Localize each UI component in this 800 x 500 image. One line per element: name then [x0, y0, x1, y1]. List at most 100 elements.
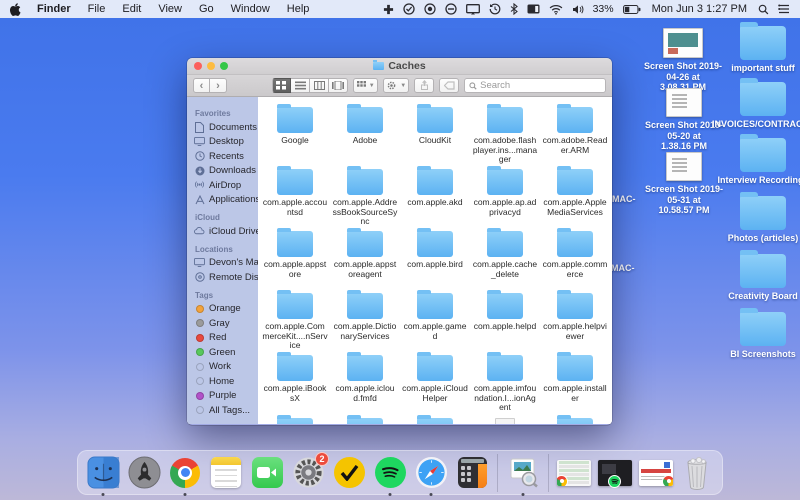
folder-item[interactable]: com.apple.akd: [400, 169, 470, 231]
sidecar-display-icon[interactable]: [527, 4, 540, 14]
menu-edit[interactable]: Edit: [122, 3, 141, 15]
share-button[interactable]: [414, 78, 434, 93]
dock-facetime-icon[interactable]: [249, 455, 285, 491]
sidebar-tag-green[interactable]: Green: [194, 345, 258, 360]
folder-item[interactable]: com.apple.cache_delete: [470, 231, 540, 293]
menu-window[interactable]: Window: [231, 3, 270, 15]
sidebar-item-documents[interactable]: Documents: [194, 120, 258, 135]
sidebar-item-icloud-drive[interactable]: iCloud Drive: [194, 224, 258, 239]
dock-minimized-window-chrome[interactable]: [556, 455, 592, 491]
desktop-folder-important-stuff[interactable]: important stuff: [713, 26, 800, 74]
back-button[interactable]: ‹: [193, 78, 210, 93]
menu-file[interactable]: File: [88, 3, 106, 15]
health-plus-icon[interactable]: [383, 4, 394, 15]
menu-go[interactable]: Go: [199, 3, 214, 15]
folder-item[interactable]: com.apple.helpd: [470, 293, 540, 355]
close-button[interactable]: [194, 62, 202, 70]
dock-spotify-icon[interactable]: [372, 455, 408, 491]
folder-item[interactable]: com.apple.installer: [540, 355, 610, 417]
folder-item[interactable]: [400, 418, 470, 424]
folder-item[interactable]: com.apple.AppleMediaServices: [540, 169, 610, 231]
menu-help[interactable]: Help: [287, 3, 310, 15]
display-icon[interactable]: [466, 4, 480, 15]
checkmark-circle-icon[interactable]: [403, 3, 415, 15]
spotlight-icon[interactable]: [758, 4, 769, 15]
dock-safari-icon[interactable]: [413, 455, 449, 491]
tags-button[interactable]: [439, 78, 459, 93]
search-input[interactable]: Search: [464, 78, 606, 93]
dock-norton-icon[interactable]: [331, 455, 367, 491]
menu-view[interactable]: View: [158, 3, 182, 15]
sidebar-item-desktop[interactable]: Desktop: [194, 135, 258, 150]
dock-chrome-icon[interactable]: [167, 455, 203, 491]
sidebar-tag-purple[interactable]: Purple: [194, 389, 258, 404]
sidebar-tag-work[interactable]: Work: [194, 360, 258, 375]
sidebar-tag-orange[interactable]: Orange: [194, 302, 258, 317]
coverflow-view-button[interactable]: [329, 78, 348, 93]
dock-notes-icon[interactable]: [208, 455, 244, 491]
dock-system-preferences-icon[interactable]: 2: [290, 455, 326, 491]
desktop-folder-photos-articles[interactable]: Photos (articles): [713, 196, 800, 244]
sidebar-item-applications[interactable]: Applications: [194, 193, 258, 208]
aperture-icon[interactable]: [424, 3, 436, 15]
minimize-button[interactable]: [207, 62, 215, 70]
desktop-folder-interview-recordings[interactable]: Interview Recordings: [713, 138, 800, 186]
folder-item[interactable]: [260, 418, 330, 424]
sidebar-item-remote-disc[interactable]: Remote Disc: [194, 270, 258, 285]
volume-icon[interactable]: [572, 4, 584, 15]
sidebar-item-downloads[interactable]: Downloads: [194, 164, 258, 179]
bluetooth-icon[interactable]: [510, 3, 518, 15]
wifi-icon[interactable]: [549, 4, 563, 15]
desktop-folder-invoices-contracts[interactable]: INVOICES/CONTRACTS: [713, 82, 800, 130]
dock-preview-icon[interactable]: [505, 455, 541, 491]
folder-item[interactable]: Google: [260, 107, 330, 169]
forward-button[interactable]: ›: [210, 78, 227, 93]
dock-minimized-window-chrome-2[interactable]: [638, 455, 674, 491]
folder-item[interactable]: com.apple.appstore: [260, 231, 330, 293]
dock-launchpad-icon[interactable]: [126, 455, 162, 491]
folder-item[interactable]: [540, 418, 610, 424]
folder-item[interactable]: com.apple.accountsd: [260, 169, 330, 231]
dock-trash-icon[interactable]: [679, 455, 715, 491]
folder-item[interactable]: com.apple.iCloudHelper: [400, 355, 470, 417]
notification-center-icon[interactable]: [778, 4, 790, 14]
folder-item[interactable]: com.apple.imfoundation.I...ionAgent: [470, 355, 540, 417]
folder-item[interactable]: com.apple.commerce: [540, 231, 610, 293]
folder-item[interactable]: com.apple.bird: [400, 231, 470, 293]
zoom-button[interactable]: [220, 62, 228, 70]
icon-view-button[interactable]: [272, 78, 291, 93]
sidebar-tag-home[interactable]: Home: [194, 374, 258, 389]
menubar-clock[interactable]: Mon Jun 3 1:27 PM: [652, 3, 747, 15]
folder-item[interactable]: com.apple.icloud.fmfd: [330, 355, 400, 417]
column-view-button[interactable]: [310, 78, 329, 93]
folder-item[interactable]: [330, 418, 400, 424]
desktop-folder-creativity-board[interactable]: Creativity Board: [713, 254, 800, 302]
folder-item[interactable]: com.apple.iBooksX: [260, 355, 330, 417]
dock-finder-icon[interactable]: [85, 455, 121, 491]
folder-item[interactable]: com.apple.ap.adprivacyd: [470, 169, 540, 231]
folder-item[interactable]: com.apple.appstoreagent: [330, 231, 400, 293]
folder-item[interactable]: com.apple.AddressBookSourceSync: [330, 169, 400, 231]
file-item[interactable]: [470, 418, 540, 424]
folder-item[interactable]: Adobe: [330, 107, 400, 169]
time-machine-icon[interactable]: [489, 3, 501, 15]
battery-icon[interactable]: [623, 5, 641, 14]
folder-item[interactable]: com.apple.DictionaryServices: [330, 293, 400, 355]
sidebar-tag-all-tags[interactable]: All Tags...: [194, 403, 258, 418]
folder-item[interactable]: com.adobe.flashplayer.ins...manager: [470, 107, 540, 169]
folder-item[interactable]: com.adobe.Reader.ARM: [540, 107, 610, 169]
do-not-disturb-icon[interactable]: [445, 3, 457, 15]
sidebar-tag-red[interactable]: Red: [194, 331, 258, 346]
folder-item[interactable]: com.apple.gamed: [400, 293, 470, 355]
dock-calculator-icon[interactable]: [454, 455, 490, 491]
action-gear-button[interactable]: ▼: [383, 78, 408, 93]
sidebar-tag-gray[interactable]: Gray: [194, 316, 258, 331]
sidebar-item-recents[interactable]: Recents: [194, 149, 258, 164]
apple-menu-icon[interactable]: [10, 3, 21, 16]
menu-finder[interactable]: Finder: [37, 3, 71, 15]
folder-item[interactable]: com.apple.helpviewer: [540, 293, 610, 355]
folder-item[interactable]: com.apple.CommerceKit....nService: [260, 293, 330, 355]
window-titlebar[interactable]: Caches: [187, 58, 612, 75]
dock-minimized-window-spotify[interactable]: [597, 455, 633, 491]
folder-item[interactable]: CloudKit: [400, 107, 470, 169]
